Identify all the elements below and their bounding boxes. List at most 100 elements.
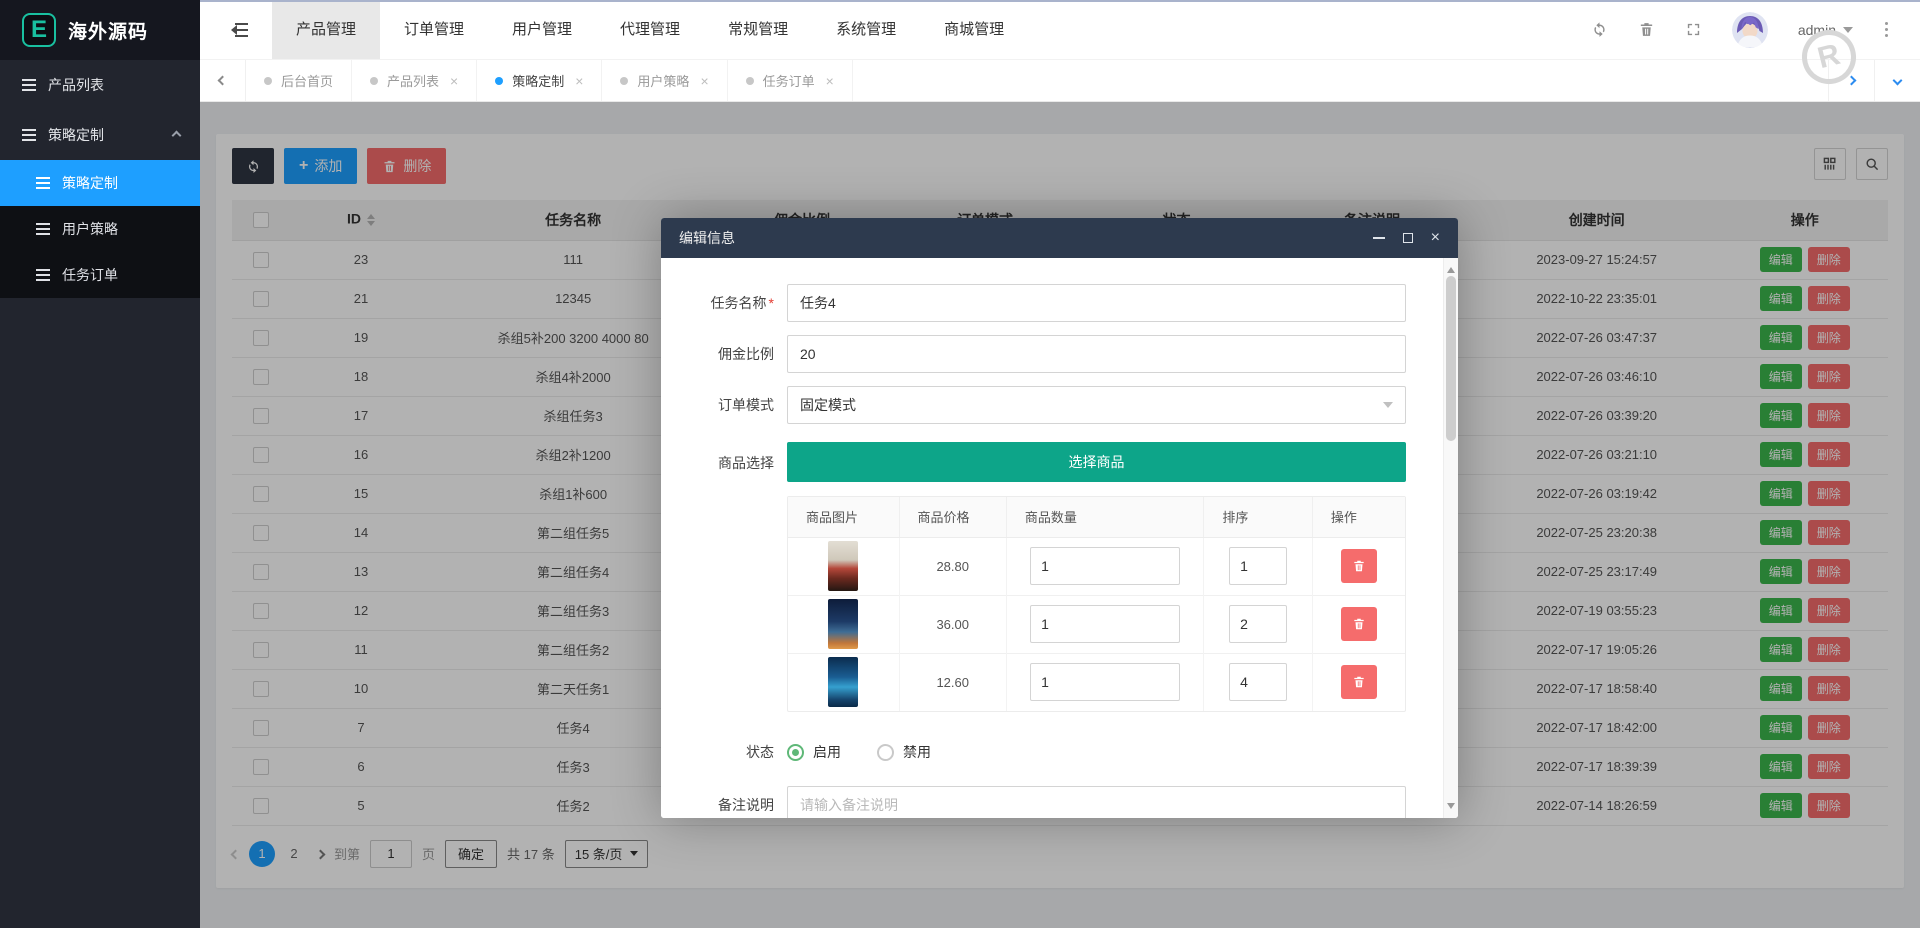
chevron-down-icon <box>1383 402 1393 413</box>
tab-close-icon[interactable]: × <box>700 73 708 89</box>
sidebar-submenu: 策略定制用户策略任务订单 <box>0 160 200 298</box>
scroll-up-icon[interactable] <box>1447 263 1455 273</box>
qty-input[interactable] <box>1030 663 1181 702</box>
fullscreen-icon[interactable] <box>1685 21 1702 38</box>
dialog-scrollbar[interactable] <box>1443 258 1458 818</box>
tab-strategy-custom[interactable]: 策略定制 × <box>477 60 603 101</box>
product-sort-cell <box>1203 594 1313 653</box>
sidebar-subitem-task-order[interactable]: 任务订单 <box>0 252 200 298</box>
tab-close-icon[interactable]: × <box>575 73 583 89</box>
list-icon <box>36 269 50 281</box>
sidebar-subitem-user-strategy[interactable]: 用户策略 <box>0 206 200 252</box>
topnav-item-order[interactable]: 订单管理 <box>380 0 488 59</box>
tabs-menu-button[interactable] <box>1874 60 1920 101</box>
product-price-cell: 12.60 <box>899 652 1007 711</box>
tab-label: 用户策略 <box>637 74 690 89</box>
tab-bar: 后台首页 产品列表 × 策略定制 × 用户策略 × 任务订单 × <box>200 60 1920 102</box>
product-qty-cell <box>1006 537 1205 595</box>
dialog-titlebar[interactable]: 编辑信息 × <box>661 218 1458 258</box>
tab-home[interactable]: 后台首页 <box>246 60 353 101</box>
tab-close-icon[interactable]: × <box>450 73 458 89</box>
product-image-cell <box>788 594 900 653</box>
row-delete-button[interactable] <box>1340 607 1377 641</box>
avatar[interactable] <box>1731 11 1768 48</box>
topnav-item-mall[interactable]: 商城管理 <box>920 0 1028 59</box>
row-delete-button[interactable] <box>1340 665 1377 700</box>
product-column-header: 商品数量 <box>1006 497 1205 538</box>
sidebar-toggle-icon[interactable] <box>226 22 248 38</box>
tab-list: 后台首页 产品列表 × 策略定制 × 用户策略 × 任务订单 × <box>246 60 853 101</box>
topnav-item-general[interactable]: 常规管理 <box>704 0 812 59</box>
top-header: 产品管理 订单管理 用户管理 代理管理 常规管理 系统管理 商城管理 admin <box>200 0 1920 60</box>
sidebar-subitem-label: 用户策略 <box>62 221 118 237</box>
tabs-scroll-right-button[interactable] <box>1828 60 1874 101</box>
app-root: E 海外源码 产品列表 策略定制 策略定制 用户策略 任务订单 产品管理 订单管理 用户管理… <box>0 0 1920 928</box>
sort-input[interactable] <box>1229 605 1288 643</box>
radio-icon <box>787 743 804 761</box>
close-icon[interactable]: × <box>1431 230 1440 246</box>
status-row: 状态 启用 禁用 <box>691 742 1406 762</box>
tab-close-icon[interactable]: × <box>826 73 834 89</box>
tab-task-order[interactable]: 任务订单 × <box>728 60 853 101</box>
remark-input[interactable] <box>787 786 1406 818</box>
tabs-scroll-left-button[interactable] <box>200 60 246 101</box>
scroll-down-icon[interactable] <box>1447 803 1455 813</box>
remark-row: 备注说明 <box>691 786 1406 818</box>
product-qty-cell <box>1006 652 1205 711</box>
topnav-item-agent[interactable]: 代理管理 <box>596 0 704 59</box>
top-menu: 产品管理 订单管理 用户管理 代理管理 常规管理 系统管理 商城管理 <box>272 0 1028 59</box>
sort-input[interactable] <box>1229 547 1288 585</box>
sidebar-item-strategy-custom[interactable]: 策略定制 <box>0 110 200 160</box>
row-delete-button[interactable] <box>1340 549 1377 583</box>
brand-name: 海外源码 <box>68 21 149 43</box>
minimize-icon[interactable] <box>1372 237 1385 239</box>
product-image-cell <box>788 537 900 595</box>
sidebar-subitem-strategy-custom[interactable]: 策略定制 <box>0 160 200 206</box>
qty-input[interactable] <box>1030 547 1181 585</box>
trash-icon[interactable] <box>1638 21 1655 38</box>
tab-product-list[interactable]: 产品列表 × <box>352 60 478 101</box>
task-name-input[interactable] <box>787 284 1406 322</box>
scrollbar-thumb[interactable] <box>1446 276 1456 441</box>
tab-label: 后台首页 <box>281 74 334 89</box>
maximize-icon[interactable] <box>1402 233 1413 243</box>
product-column-header: 商品价格 <box>899 497 1007 538</box>
sidebar-subitem-label: 策略定制 <box>62 175 118 191</box>
product-column-header: 商品图片 <box>788 497 900 538</box>
order-mode-select[interactable]: 固定模式 <box>787 386 1406 424</box>
product-column-header: 排序 <box>1203 497 1313 538</box>
status-radio-disabled[interactable]: 禁用 <box>877 742 931 762</box>
more-options-icon[interactable] <box>1883 20 1890 39</box>
product-column-header: 操作 <box>1312 497 1405 538</box>
sidebar: E 海外源码 产品列表 策略定制 策略定制 用户策略 任务订单 <box>0 0 200 928</box>
tab-user-strategy[interactable]: 用户策略 × <box>602 60 728 101</box>
order-mode-row: 订单模式 固定模式 <box>691 386 1406 424</box>
tab-label: 策略定制 <box>512 74 565 89</box>
remark-label: 备注说明 <box>718 797 774 813</box>
product-sort-cell <box>1203 537 1313 595</box>
product-image-cell <box>788 652 900 711</box>
topnav-item-user[interactable]: 用户管理 <box>488 0 596 59</box>
dialog-title: 编辑信息 <box>679 230 735 246</box>
radio-icon <box>877 743 894 761</box>
qty-input[interactable] <box>1030 605 1181 643</box>
status-radio-enabled[interactable]: 启用 <box>787 742 841 762</box>
tab-dot-icon <box>495 76 504 85</box>
commission-input[interactable] <box>787 335 1406 373</box>
tab-label: 产品列表 <box>387 74 440 89</box>
chevron-up-icon <box>171 130 182 140</box>
sidebar-item-label: 策略定制 <box>48 127 104 143</box>
brand-logo-icon: E <box>22 13 56 47</box>
product-select-row: 商品选择 选择商品 商品图片商品价格商品数量排序操作 28.8036.0012.… <box>691 442 1406 712</box>
commission-row: 佣金比例 <box>691 335 1406 373</box>
refresh-icon[interactable] <box>1591 21 1608 38</box>
topnav-item-system[interactable]: 系统管理 <box>812 0 920 59</box>
content-area: + 添加 删除 ID 任务名称 创建时间 操作 23 111 2023-09-2… <box>200 102 1920 928</box>
choose-product-button[interactable]: 选择商品 <box>787 442 1406 482</box>
list-icon <box>22 129 36 141</box>
topnav-item-product[interactable]: 产品管理 <box>272 0 381 59</box>
sidebar-item-product-list[interactable]: 产品列表 <box>0 60 200 110</box>
brand: E 海外源码 <box>0 0 200 60</box>
user-menu[interactable]: admin <box>1798 22 1853 38</box>
sort-input[interactable] <box>1229 663 1288 702</box>
